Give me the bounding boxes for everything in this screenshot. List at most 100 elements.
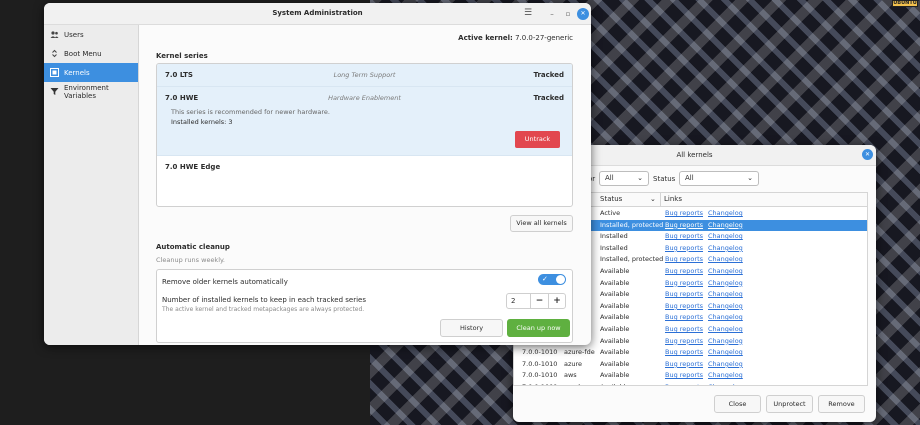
sidebar-item-kernels[interactable]: Kernels (44, 63, 138, 82)
col-links-header[interactable]: Links (664, 195, 682, 203)
bug-reports-link[interactable]: Bug reports (665, 382, 703, 385)
unprotect-button[interactable]: Unprotect (766, 395, 813, 413)
kernel-version: 7.0.0-1010 (522, 348, 558, 357)
table-row[interactable]: 7.0.0-1010 azure Available Bug reports Chang… (514, 359, 867, 371)
window-title: System Administration (272, 9, 363, 17)
active-kernel: Active kernel: 7.0.0-27-generic (458, 34, 573, 42)
automatic-cleanup-heading: Automatic cleanup (156, 243, 230, 251)
changelog-link[interactable]: Changelog (708, 336, 743, 348)
keep-count-note: The active kernel and tracked metapackag… (162, 306, 365, 313)
bug-reports-link[interactable]: Bug reports (665, 301, 703, 313)
keep-count-label: Number of installed kernels to keep in e… (162, 296, 366, 304)
kernel-status: Available (600, 336, 630, 345)
changelog-link[interactable]: Changelog (708, 370, 743, 382)
chevron-down-icon: ⌄ (650, 195, 656, 203)
series-row-hwe-edge[interactable]: 7.0 HWE Edge (157, 156, 572, 206)
sidebar-item-users[interactable]: Users (44, 25, 138, 44)
view-all-kernels-button[interactable]: View all kernels (510, 215, 573, 232)
remove-older-label: Remove older kernels automatically (162, 278, 288, 286)
bug-reports-link[interactable]: Bug reports (665, 336, 703, 348)
status-filter-label: Status (653, 175, 676, 183)
kernel-status: Installed, protected (600, 255, 664, 264)
changelog-link[interactable]: Changelog (708, 231, 743, 243)
sidebar-item-boot-menu[interactable]: Boot Menu (44, 44, 138, 63)
table-row[interactable]: 7.0.0-1010 aws Available Bug reports Changel… (514, 370, 867, 382)
plus-icon[interactable]: + (548, 294, 565, 308)
close-button[interactable]: Close (714, 395, 761, 413)
kernel-version: 7.0.0-1009 (522, 382, 557, 385)
status-filter-combo[interactable]: All ⌄ (679, 171, 759, 186)
chevron-down-icon: ⌄ (637, 174, 643, 182)
close-icon[interactable]: ✕ (862, 149, 873, 160)
chevron-down-icon: ⌄ (747, 174, 753, 182)
changelog-link[interactable]: Changelog (708, 324, 743, 336)
bug-reports-link[interactable]: Bug reports (665, 266, 703, 278)
flavor-filter-combo[interactable]: All ⌄ (599, 171, 649, 186)
series-row-hwe[interactable]: 7.0 HWE Hardware Enablement Tracked This… (157, 87, 572, 156)
bug-reports-link[interactable]: Bug reports (665, 278, 703, 290)
kernel-series-heading: Kernel series (156, 52, 208, 60)
bug-reports-link[interactable]: Bug reports (665, 370, 703, 382)
col-status-header[interactable]: Status (600, 195, 622, 203)
changelog-link[interactable]: Changelog (708, 220, 743, 232)
bug-reports-link[interactable]: Bug reports (665, 220, 703, 232)
table-row[interactable]: 7.0.0-1009 oracle Available Bug reports Chan… (514, 382, 867, 385)
history-button[interactable]: History (440, 319, 503, 337)
kernel-status: Installed (600, 232, 628, 241)
remove-older-toggle[interactable]: ✓ (538, 274, 566, 285)
changelog-link[interactable]: Changelog (708, 382, 743, 385)
kernel-flavor: azure (564, 359, 583, 368)
system-admin-window: System Administration ☰ – ▫ ✕ Users Boot… (44, 3, 591, 345)
bug-reports-link[interactable]: Bug reports (665, 312, 703, 324)
remove-button[interactable]: Remove (818, 395, 865, 413)
changelog-link[interactable]: Changelog (708, 266, 743, 278)
changelog-link[interactable]: Changelog (708, 359, 743, 371)
bug-reports-link[interactable]: Bug reports (665, 289, 703, 301)
keep-count-value[interactable]: 2 (507, 294, 531, 308)
kernels-page: Active kernel: 7.0.0-27-generic Kernel s… (139, 25, 591, 345)
kernel-status: Available (600, 382, 629, 385)
menu-icon[interactable]: ☰ (522, 8, 534, 20)
keep-count-stepper[interactable]: 2 − + (506, 293, 566, 309)
bug-reports-link[interactable]: Bug reports (665, 347, 703, 359)
table-row[interactable]: 7.0.0-1010 azure-fde Available Bug reports C… (514, 347, 867, 359)
kernel-status: Available (600, 371, 630, 380)
changelog-link[interactable]: Changelog (708, 254, 743, 266)
kernel-status: Installed, protected (600, 220, 664, 229)
changelog-link[interactable]: Changelog (708, 208, 743, 220)
desktop-logo: UBUNTU (892, 0, 918, 7)
kernel-status: Available (600, 290, 630, 299)
series-row-lts[interactable]: 7.0 LTS Long Term Support Tracked (157, 64, 572, 87)
bug-reports-link[interactable]: Bug reports (665, 254, 703, 266)
filter-icon (50, 87, 59, 96)
changelog-link[interactable]: Changelog (708, 289, 743, 301)
minimize-icon[interactable]: – (546, 8, 558, 20)
bug-reports-link[interactable]: Bug reports (665, 243, 703, 255)
kernel-status: Available (600, 301, 630, 310)
kernel-status: Available (600, 313, 630, 322)
changelog-link[interactable]: Changelog (708, 278, 743, 290)
clean-up-now-button[interactable]: Clean up now (507, 319, 570, 337)
sidebar-item-environment-variables[interactable]: Environment Variables (44, 82, 138, 101)
bug-reports-link[interactable]: Bug reports (665, 324, 703, 336)
changelog-link[interactable]: Changelog (708, 312, 743, 324)
bug-reports-link[interactable]: Bug reports (665, 208, 703, 220)
bug-reports-link[interactable]: Bug reports (665, 231, 703, 243)
kernel-version: 7.0.0-1010 (522, 371, 558, 380)
users-icon (50, 30, 59, 39)
kernel-flavor: azure-fde (564, 348, 595, 357)
kernel-flavor: oracle (564, 382, 584, 385)
minus-icon[interactable]: − (531, 294, 548, 308)
kernel-series-list: 7.0 LTS Long Term Support Tracked 7.0 HW… (156, 63, 573, 207)
series-note: This series is recommended for newer har… (171, 108, 330, 116)
maximize-icon[interactable]: ▫ (562, 8, 574, 20)
kernel-status: Available (600, 278, 630, 287)
main-titlebar[interactable]: System Administration ☰ – ▫ ✕ (44, 3, 591, 25)
changelog-link[interactable]: Changelog (708, 243, 743, 255)
bug-reports-link[interactable]: Bug reports (665, 359, 703, 371)
untrack-button[interactable]: Untrack (515, 131, 560, 148)
changelog-link[interactable]: Changelog (708, 301, 743, 313)
close-icon[interactable]: ✕ (577, 8, 589, 20)
changelog-link[interactable]: Changelog (708, 347, 743, 359)
kernel-status: Available (600, 267, 630, 275)
